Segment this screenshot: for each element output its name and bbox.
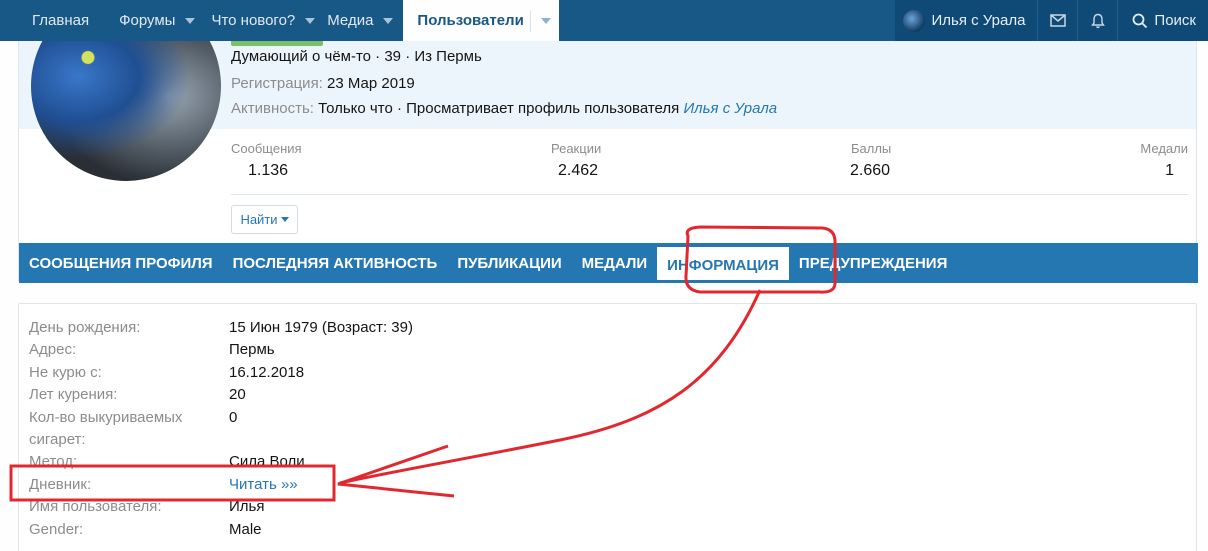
info-key: Адрес: <box>29 341 77 358</box>
registration-line: Регистрация: 23 Мар 2019 <box>231 75 415 92</box>
nav-media[interactable]: Медиа <box>315 0 394 41</box>
chevron-down-icon[interactable] <box>305 17 316 24</box>
info-value: Пермь <box>229 341 275 358</box>
stat-label: Баллы <box>851 141 892 156</box>
info-value: Сила Воли <box>229 453 305 470</box>
activity-label: Активность: <box>231 100 314 117</box>
stat-label: Медали <box>1140 141 1188 156</box>
nav-whats-new[interactable]: Что нового? <box>195 0 316 41</box>
tab-about[interactable]: ИНФОРМАЦИЯ <box>657 247 789 283</box>
chevron-down-icon <box>280 217 289 222</box>
registration-label: Регистрация: <box>231 75 323 92</box>
profile-stats: Сообщения 1.136 Реакции 2.462 Баллы 2.66… <box>231 141 1188 195</box>
chevron-down-icon[interactable] <box>383 17 394 24</box>
info-key: Кол-во выкуриваемых <box>29 409 183 426</box>
info-value: 16.12.2018 <box>229 364 305 381</box>
registration-value: 23 Мар 2019 <box>327 75 415 92</box>
info-key: Gender: <box>29 521 84 538</box>
stat-reactions[interactable]: Реакции 2.462 <box>551 141 601 180</box>
about-panel: День рождения: 15 Июн 1979 (Возраст: 39)… <box>18 303 1197 551</box>
chevron-down-icon[interactable] <box>185 17 196 24</box>
nav-home-label: Главная <box>32 12 90 29</box>
nav-forums-label: Форумы <box>119 12 176 29</box>
envelope-icon <box>1050 14 1066 27</box>
info-key: День рождения: <box>29 319 141 336</box>
tab-profile-posts[interactable]: СООБЩЕНИЯ ПРОФИЛЯ <box>19 243 223 283</box>
info-value: 20 <box>229 386 246 403</box>
tab-medals[interactable]: МЕДАЛИ <box>572 243 658 283</box>
top-navigation: Главная Форумы Что нового? Медиа Пользов… <box>0 0 1208 41</box>
stat-label: Сообщения <box>231 141 302 156</box>
nav-divider <box>529 9 531 32</box>
avatar <box>903 9 926 32</box>
tab-warnings[interactable]: ПРЕДУПРЕЖДЕНИЯ <box>789 243 957 283</box>
stat-value: 2.462 <box>558 162 599 179</box>
alerts-button[interactable] <box>1077 0 1118 41</box>
tab-latest-activity[interactable]: ПОСЛЕДНЯЯ АКТИВНОСТЬ <box>223 243 448 283</box>
bell-icon <box>1091 13 1105 28</box>
info-value: Male <box>229 521 262 538</box>
stat-value: 1.136 <box>248 162 289 179</box>
nav-whats-new-label: Что нового? <box>211 12 296 29</box>
user-menu-link[interactable]: Илья с Урала <box>895 0 1038 41</box>
info-key: Лет курения: <box>29 386 118 403</box>
info-key: Имя пользователя: <box>29 498 162 515</box>
stat-label: Реакции <box>551 141 602 156</box>
info-key: Метод: <box>29 453 78 470</box>
search-icon <box>1133 13 1148 28</box>
stat-value: 2.660 <box>850 162 891 179</box>
info-value: Илья <box>229 498 265 515</box>
activity-user-link[interactable]: Илья с Урала <box>683 100 777 117</box>
nav-media-label: Медиа <box>327 12 374 29</box>
nav-members-label: Пользователи <box>417 12 524 29</box>
username-label: Илья с Урала <box>931 12 1026 29</box>
stat-medals[interactable]: Медали 1 <box>1140 141 1188 180</box>
profile-tabs: СООБЩЕНИЯ ПРОФИЛЯ ПОСЛЕДНЯЯ АКТИВНОСТЬ П… <box>19 243 1198 283</box>
profile-header: Думающий о чём-то · 39 · Из Пермь Регист… <box>18 0 1198 283</box>
info-key: Дневник: <box>29 476 92 493</box>
info-key: сигарет: <box>29 431 86 448</box>
tab-postings[interactable]: ПУБЛИКАЦИИ <box>447 243 571 283</box>
stat-messages[interactable]: Сообщения 1.136 <box>231 141 302 180</box>
diary-read-link[interactable]: Читать »» <box>229 474 298 496</box>
inbox-button[interactable] <box>1037 0 1078 41</box>
nav-user-area: Илья с Урала Поиск <box>895 0 1208 41</box>
stat-value: 1 <box>1165 162 1174 179</box>
nav-members[interactable]: Пользователи <box>403 0 559 41</box>
profile-title-line: Думающий о чём-то · 39 · Из Пермь <box>231 48 482 65</box>
chevron-down-icon[interactable] <box>540 17 551 24</box>
activity-value: Только что · Просматривает профиль польз… <box>318 100 680 117</box>
activity-line: Активность: Только что · Просматривает п… <box>231 100 777 117</box>
info-value: 15 Июн 1979 (Возраст: 39) <box>229 319 413 336</box>
search-button[interactable]: Поиск <box>1117 0 1208 41</box>
info-key: Не курю с: <box>29 364 102 381</box>
info-value: 0 <box>229 409 238 426</box>
search-label: Поиск <box>1154 12 1196 29</box>
stat-points[interactable]: Баллы 2.660 <box>850 141 892 180</box>
nav-home[interactable]: Главная <box>0 0 89 41</box>
find-button-label: Найти <box>240 212 278 227</box>
find-button[interactable]: Найти <box>231 205 298 234</box>
nav-forums[interactable]: Форумы <box>89 0 196 41</box>
